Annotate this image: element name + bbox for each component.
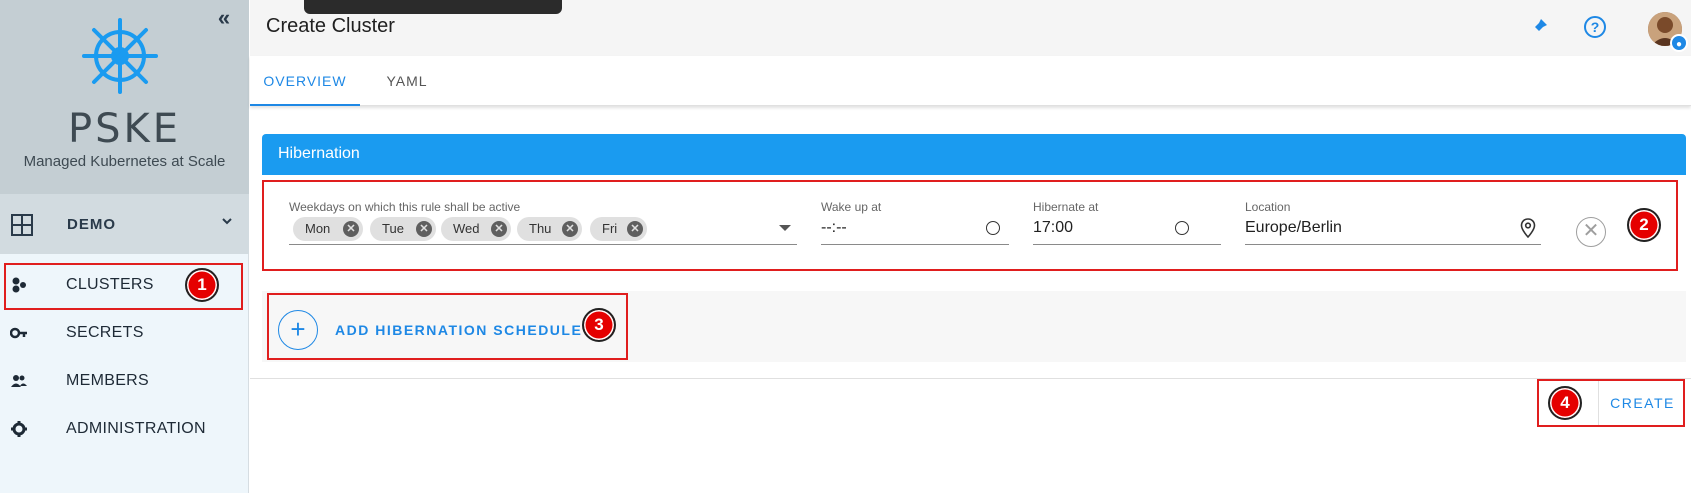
- brand-title: PSKE: [67, 106, 181, 152]
- pin-icon[interactable]: [1527, 15, 1551, 39]
- annotation-box-3: [267, 293, 628, 360]
- sidebar-item-label: ADMINISTRATION: [66, 420, 206, 437]
- page-title: Create Cluster: [266, 15, 395, 37]
- sidebar-item-administration[interactable]: ADMINISTRATION: [0, 406, 249, 452]
- sidebar: « PSKE Managed Kubernetes at Scale DEMO: [0, 0, 249, 493]
- sidebar-item-members[interactable]: MEMBERS: [0, 358, 249, 404]
- annotation-marker-3: 3: [582, 308, 616, 342]
- tooltip: [304, 0, 562, 14]
- annotation-marker-1: 1: [185, 268, 219, 302]
- members-icon: [11, 375, 27, 387]
- sidebar-item-secrets[interactable]: SECRETS: [0, 310, 249, 356]
- project-name: DEMO: [67, 216, 116, 233]
- hibernation-section-header: Hibernation: [262, 134, 1686, 175]
- grid-icon: [11, 214, 33, 236]
- brand-subtitle: Managed Kubernetes at Scale: [23, 153, 226, 170]
- help-icon[interactable]: ?: [1583, 15, 1607, 39]
- annotation-marker-4: 4: [1548, 386, 1582, 420]
- ship-wheel-logo-icon: [82, 18, 158, 94]
- chevron-down-icon: [222, 218, 232, 225]
- collapse-sidebar-icon[interactable]: «: [213, 7, 235, 30]
- annotation-marker-2: 2: [1627, 208, 1661, 242]
- tab-bar: OVERVIEW YAML: [250, 56, 1691, 106]
- gear-icon: [11, 421, 27, 437]
- members-badge-icon: ●: [1670, 34, 1688, 52]
- brand-area: « PSKE Managed Kubernetes at Scale: [0, 0, 249, 194]
- sidebar-item-label: SECRETS: [66, 324, 144, 341]
- tab-yaml[interactable]: YAML: [360, 56, 454, 106]
- key-icon: [10, 327, 27, 339]
- divider: [250, 378, 1691, 379]
- annotation-box-2: [262, 180, 1678, 271]
- project-selector[interactable]: DEMO: [0, 194, 249, 254]
- tab-overview[interactable]: OVERVIEW: [250, 56, 360, 106]
- sidebar-item-label: MEMBERS: [66, 372, 149, 389]
- svg-text:?: ?: [1591, 19, 1600, 35]
